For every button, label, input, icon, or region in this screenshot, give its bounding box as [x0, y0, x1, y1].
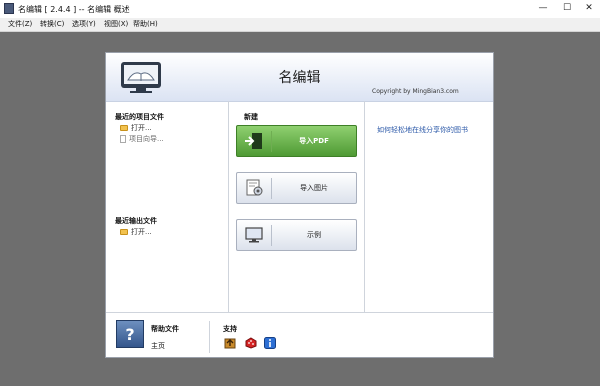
import-pdf-button[interactable]: 导入PDF	[236, 125, 357, 157]
start-panel: 名编辑 Copyright by MingBian3.com 最近的项目文件 打…	[105, 52, 494, 358]
help-file-title: 帮助文件	[151, 325, 179, 333]
recent-project-open[interactable]: 打开...	[120, 123, 152, 133]
footer-divider	[106, 312, 493, 313]
folder-icon	[120, 125, 128, 131]
import-images-label: 导入图片	[300, 184, 328, 192]
recent-project-wizard[interactable]: 项目向导...	[120, 134, 164, 144]
examples-button[interactable]: 示例	[236, 219, 357, 251]
list-item-label: 项目向导...	[129, 135, 164, 143]
menu-help[interactable]: 帮助(H)	[133, 19, 158, 29]
new-section-title: 新建	[244, 113, 258, 121]
list-item-label: 打开...	[131, 228, 152, 236]
window-title: 名编辑 [ 2.4.4 ] -- 名编辑 概述	[18, 5, 130, 14]
dice-icon[interactable]	[245, 337, 257, 349]
close-button[interactable]: ✕	[578, 1, 600, 15]
maximize-button[interactable]: ☐	[556, 1, 578, 15]
document-icon	[120, 135, 126, 143]
minimize-button[interactable]: —	[532, 1, 554, 15]
menu-bar: 文件(Z) 转换(C) 选项(Y) 视图(X) 帮助(H)	[0, 18, 600, 32]
recent-projects-title: 最近的项目文件	[115, 113, 164, 121]
menu-view[interactable]: 视图(X)	[104, 19, 128, 29]
panel-header: 名编辑 Copyright by MingBian3.com	[106, 53, 493, 102]
footer-separator	[209, 321, 210, 353]
column-divider	[228, 101, 229, 312]
menu-file[interactable]: 文件(Z)	[8, 19, 32, 29]
list-item-label: 打开...	[131, 124, 152, 132]
import-arrow-icon	[245, 133, 262, 149]
import-images-button[interactable]: 导入图片	[236, 172, 357, 204]
import-pdf-label: 导入PDF	[299, 137, 329, 145]
monitor-icon	[245, 227, 263, 243]
column-divider	[364, 101, 365, 312]
app-icon	[4, 3, 14, 14]
upload-icon[interactable]	[224, 337, 236, 349]
recent-output-open[interactable]: 打开...	[120, 227, 152, 237]
examples-label: 示例	[307, 231, 321, 239]
menu-convert[interactable]: 转换(C)	[40, 19, 64, 29]
menu-options[interactable]: 选项(Y)	[72, 19, 96, 29]
support-title: 支持	[223, 325, 237, 333]
copyright-text: Copyright by MingBian3.com	[372, 88, 459, 95]
help-file-icon[interactable]: ?	[116, 320, 144, 348]
home-link[interactable]: 主页	[151, 341, 165, 351]
image-import-icon	[246, 179, 263, 196]
folder-icon	[120, 229, 128, 235]
recent-output-title: 最近输出文件	[115, 217, 157, 225]
title-bar: 名编辑 [ 2.4.4 ] -- 名编辑 概述 — ☐ ✕	[0, 0, 600, 18]
info-icon[interactable]	[264, 337, 276, 349]
share-book-link[interactable]: 如何轻松地在线分享你的图书	[377, 125, 468, 135]
app-title: 名编辑	[278, 70, 321, 86]
